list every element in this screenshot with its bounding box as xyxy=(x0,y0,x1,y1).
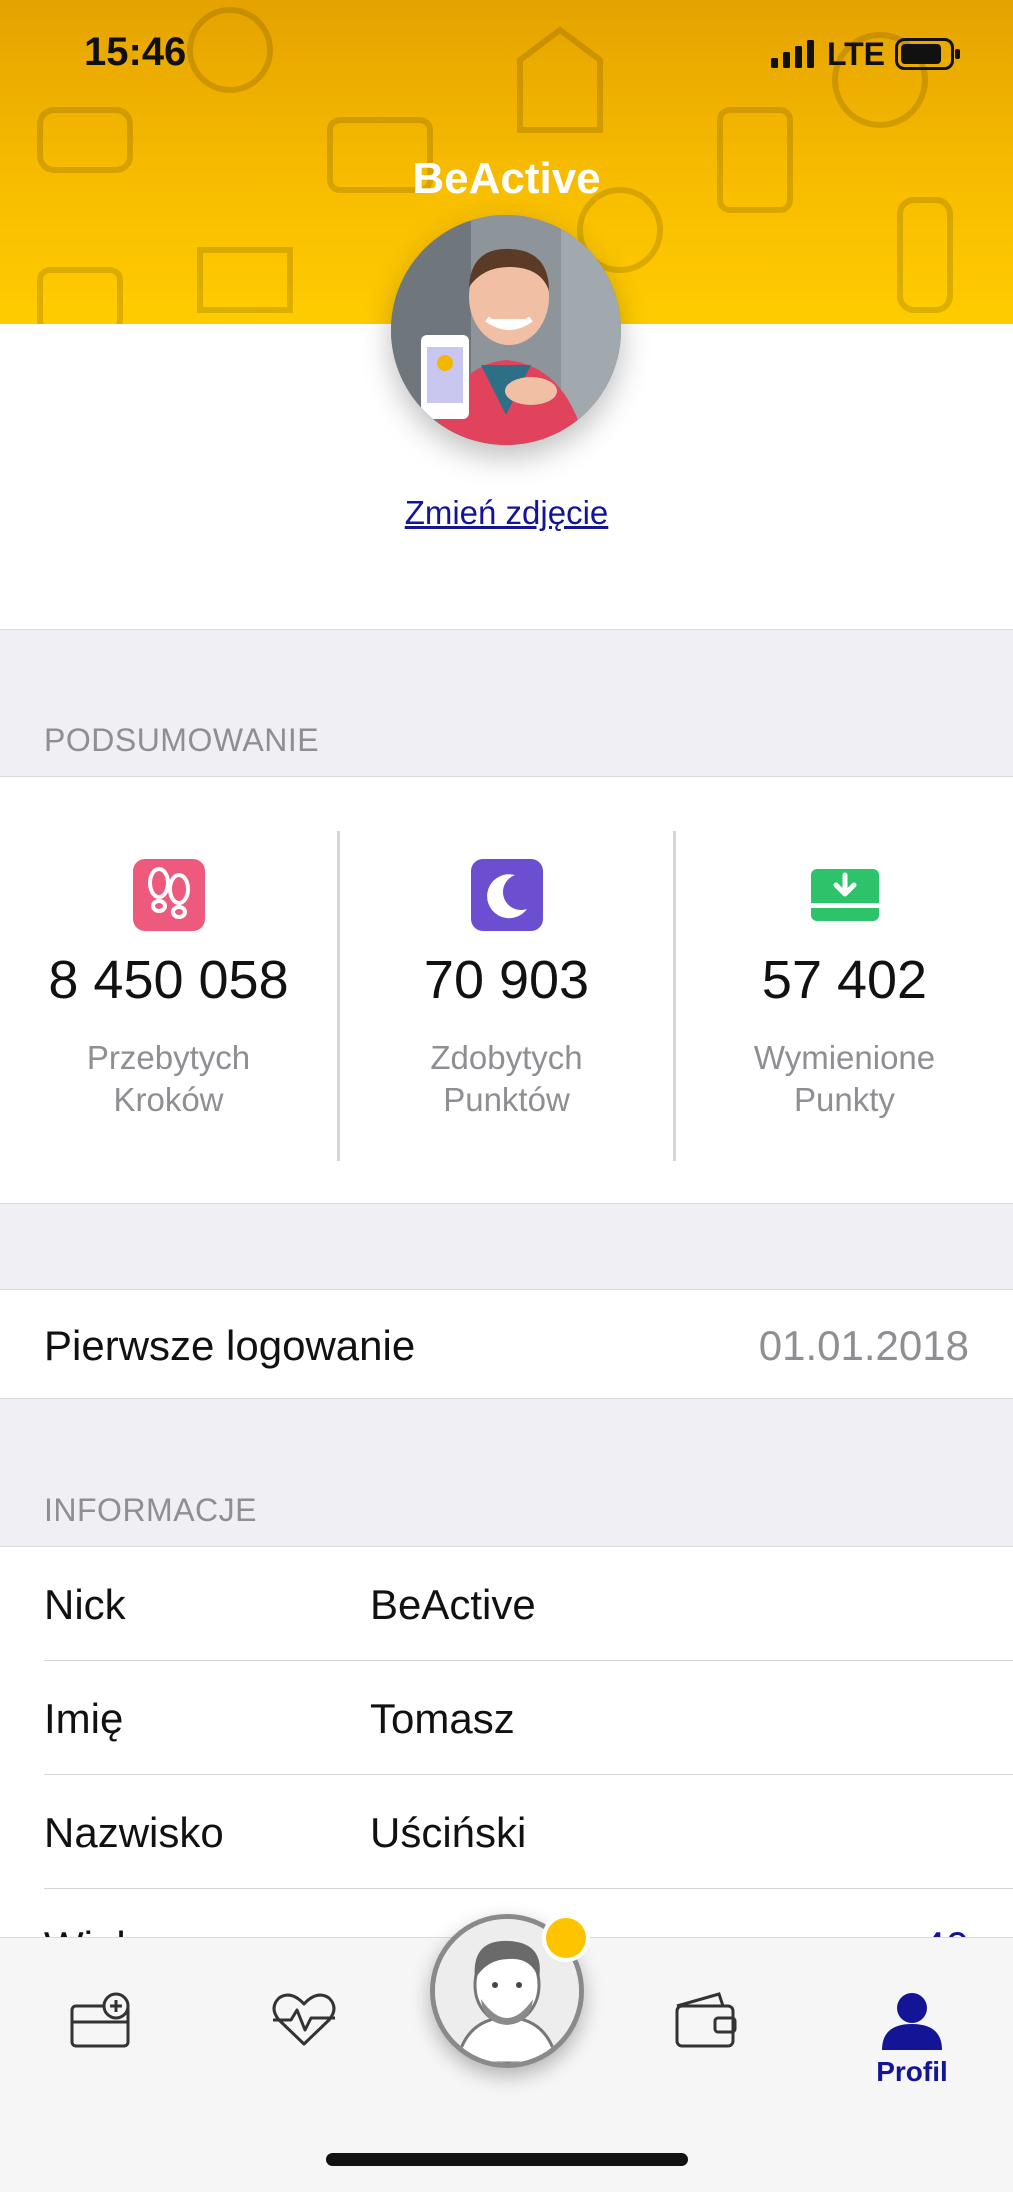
info-list: Nick BeActive Imię Tomasz Nazwisko Uściń… xyxy=(0,1546,1013,1970)
notification-badge xyxy=(542,1914,590,1962)
stat-label: Zdobytych Punktów xyxy=(430,1039,583,1118)
battery-icon xyxy=(895,38,960,70)
info-value: Tomasz xyxy=(370,1695,515,1742)
summary-stats: 8 450 058 Przebytych Kroków 70 903 Zdoby… xyxy=(0,776,1013,1204)
tab-add-card[interactable] xyxy=(22,1938,182,2088)
summary-section-title: PODSUMOWANIE xyxy=(44,722,320,758)
add-card-icon xyxy=(70,1992,130,2048)
tab-profile[interactable]: Profil xyxy=(832,1938,992,2088)
moon-icon xyxy=(470,859,543,931)
stat-redeemed: 57 402 Wymienione Punkty xyxy=(676,777,1013,1205)
first-login-value: 01.01.2018 xyxy=(758,1322,969,1369)
info-section-title: INFORMACJE xyxy=(44,1492,257,1528)
info-label: Imię xyxy=(44,1695,124,1742)
network-type: LTE xyxy=(826,35,885,72)
heart-activity-icon xyxy=(272,1993,336,2046)
info-label: Nazwisko xyxy=(44,1809,224,1856)
stat-label: Wymienione Punkty xyxy=(753,1039,936,1118)
status-indicators: LTE xyxy=(770,34,961,74)
change-photo-link[interactable]: Zmień zdjęcie xyxy=(0,494,1013,532)
stat-value: 8 450 058 xyxy=(48,950,289,1010)
tab-wallet[interactable] xyxy=(626,1938,786,2088)
stat-points: 70 903 Zdobytych Punktów xyxy=(338,777,675,1205)
profile-photo[interactable] xyxy=(391,215,621,445)
info-row-first-name[interactable]: Imię Tomasz xyxy=(0,1661,1013,1775)
info-row-nick[interactable]: Nick BeActive xyxy=(0,1547,1013,1661)
first-login-label: Pierwsze logowanie xyxy=(44,1322,416,1369)
tab-label: Profil xyxy=(876,2056,948,2087)
wallet-icon xyxy=(675,1992,737,2048)
stat-value: 57 402 xyxy=(761,950,928,1010)
signal-icon xyxy=(770,40,814,68)
profile-icon xyxy=(882,1993,942,2050)
status-time: 15:46 xyxy=(84,30,187,74)
info-value: Uściński xyxy=(370,1809,527,1856)
first-login-row: Pierwsze logowanie 01.01.2018 xyxy=(0,1289,1013,1399)
home-indicator xyxy=(326,2153,688,2166)
stat-label: Przebytych Kroków xyxy=(86,1039,251,1118)
stat-steps: 8 450 058 Przebytych Kroków xyxy=(0,777,337,1205)
info-label: Nick xyxy=(44,1581,126,1628)
page-title: BeActive xyxy=(412,154,601,203)
tab-activity[interactable] xyxy=(224,1938,384,2088)
stat-value: 70 903 xyxy=(423,950,590,1010)
info-value: BeActive xyxy=(370,1581,536,1628)
download-icon xyxy=(810,869,879,921)
footsteps-icon xyxy=(132,859,205,931)
profile-photo-image xyxy=(391,215,621,445)
info-row-last-name[interactable]: Nazwisko Uściński xyxy=(0,1775,1013,1889)
